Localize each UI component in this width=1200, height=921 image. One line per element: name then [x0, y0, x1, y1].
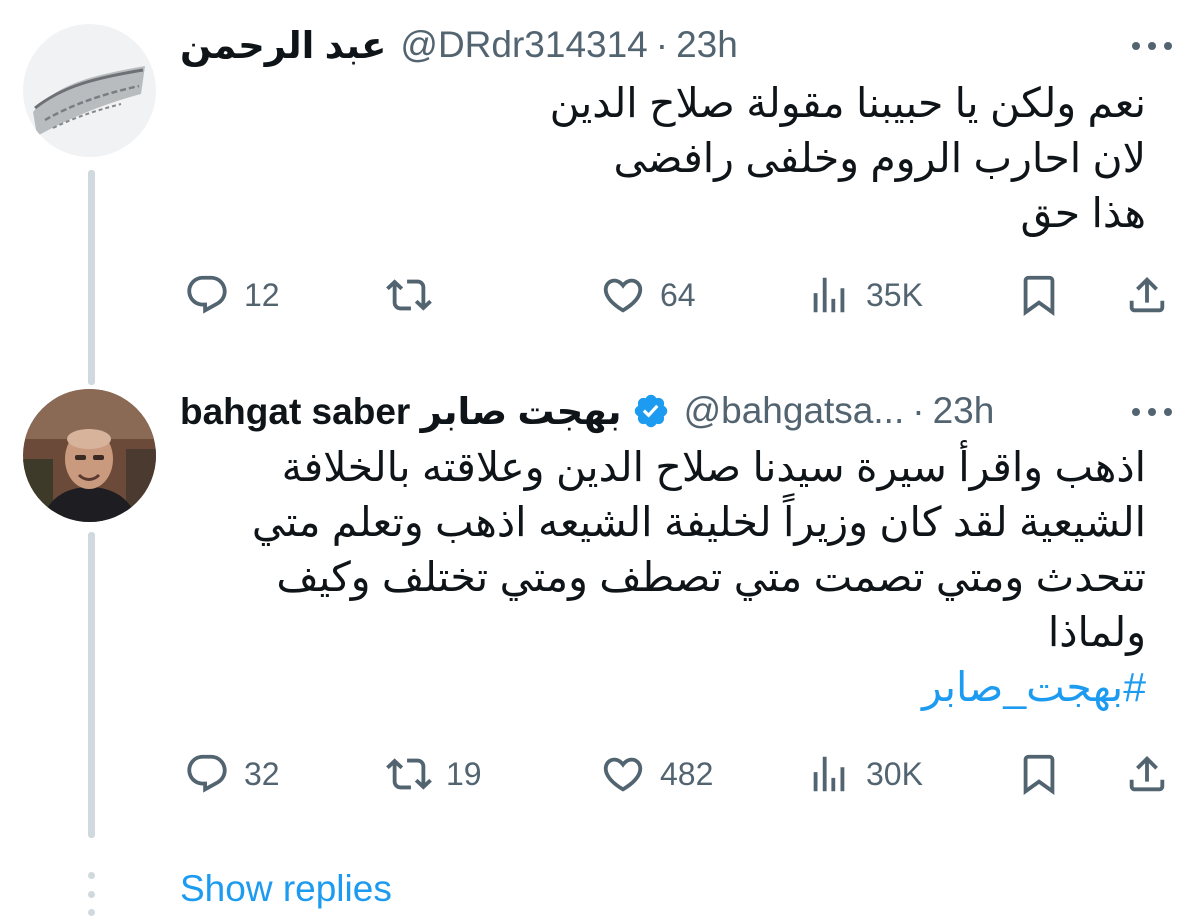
tweet-actions: 12 64 35K	[180, 265, 1170, 325]
display-name[interactable]: bahgat saber بهجت صابر	[180, 390, 622, 433]
tweet-line: ولماذا	[1047, 609, 1146, 655]
bookmark-icon	[1023, 275, 1055, 316]
more-options-icon[interactable]	[1132, 402, 1172, 422]
retweet-button[interactable]: 19	[386, 744, 482, 804]
retweet-count: 19	[446, 755, 482, 792]
timestamp[interactable]: 23h	[676, 24, 738, 66]
reply-count: 12	[244, 276, 280, 313]
timestamp[interactable]: 23h	[933, 390, 995, 432]
share-button[interactable]	[1124, 744, 1170, 804]
verified-badge-icon	[632, 392, 670, 430]
tweet-line: الشيعية لقد كان وزيراً لخليفة الشيعه اذه…	[251, 499, 1146, 545]
retweet-icon	[386, 279, 432, 311]
share-button[interactable]	[1124, 265, 1170, 325]
reply-icon	[187, 754, 227, 793]
more-options-icon[interactable]	[1132, 36, 1172, 56]
user-handle[interactable]: @bahgatsa...	[684, 390, 905, 432]
tweet-line: نعم ولكن يا حبيبنا مقولة صلاح الدين	[549, 80, 1146, 126]
views-button[interactable]: 35K	[806, 265, 923, 325]
bookmark-button[interactable]	[1016, 744, 1062, 804]
thread-line	[88, 170, 95, 385]
like-count: 64	[660, 276, 696, 313]
tweet-line: اذهب واقرأ سيرة سيدنا صلاح الدين وعلاقته…	[281, 444, 1146, 490]
views-count: 35K	[866, 276, 923, 313]
like-button[interactable]: 482	[600, 744, 713, 804]
flag-avatar-icon[interactable]	[23, 24, 156, 157]
like-count: 482	[660, 755, 714, 792]
views-count: 30K	[866, 755, 923, 792]
analytics-icon	[813, 277, 845, 313]
retweet-button[interactable]	[386, 265, 446, 325]
retweet-icon	[386, 758, 432, 790]
share-icon	[1129, 755, 1165, 792]
reply-count: 32	[244, 755, 280, 792]
tweet-header: bahgat saber بهجت صابر @bahgatsa... · 23…	[180, 386, 994, 436]
thread-line	[88, 532, 95, 838]
show-replies-link[interactable]: Show replies	[180, 868, 392, 910]
reply-button[interactable]: 12	[184, 265, 280, 325]
separator: ·	[655, 24, 669, 65]
heart-icon	[603, 757, 643, 792]
like-button[interactable]: 64	[600, 265, 696, 325]
tweet-actions: 32 19 482 30K	[180, 744, 1170, 804]
share-icon	[1129, 276, 1165, 313]
tweet-line: هذا حق	[1020, 190, 1146, 236]
separator: ·	[912, 390, 925, 431]
thread-dots	[86, 872, 96, 916]
reply-button[interactable]: 32	[184, 744, 280, 804]
tweet-text: اذهب واقرأ سيرة سيدنا صلاح الدين وعلاقته…	[246, 440, 1146, 715]
tweet-line: لان احارب الروم وخلفى رافضى	[613, 135, 1146, 181]
tweet-text: نعم ولكن يا حبيبنا مقولة صلاح الدين لان …	[246, 76, 1146, 241]
user-handle[interactable]: @DRdr314314	[400, 24, 647, 66]
views-button[interactable]: 30K	[806, 744, 923, 804]
tweet-line: تتحدث ومتي تصمت متي تصطف ومتي تختلف وكيف	[276, 554, 1146, 600]
bookmark-icon	[1023, 754, 1055, 795]
bookmark-button[interactable]	[1016, 265, 1062, 325]
reply-icon	[187, 275, 227, 314]
display-name[interactable]: عبد الرحمن	[180, 24, 386, 67]
heart-icon	[603, 278, 643, 313]
analytics-icon	[813, 756, 845, 792]
tweet-header: عبد الرحمن @DRdr314314 · 23h	[180, 20, 738, 70]
hashtag-link[interactable]: #بهجت_صابر	[246, 660, 1146, 715]
profile-photo-avatar-icon[interactable]	[23, 389, 156, 522]
